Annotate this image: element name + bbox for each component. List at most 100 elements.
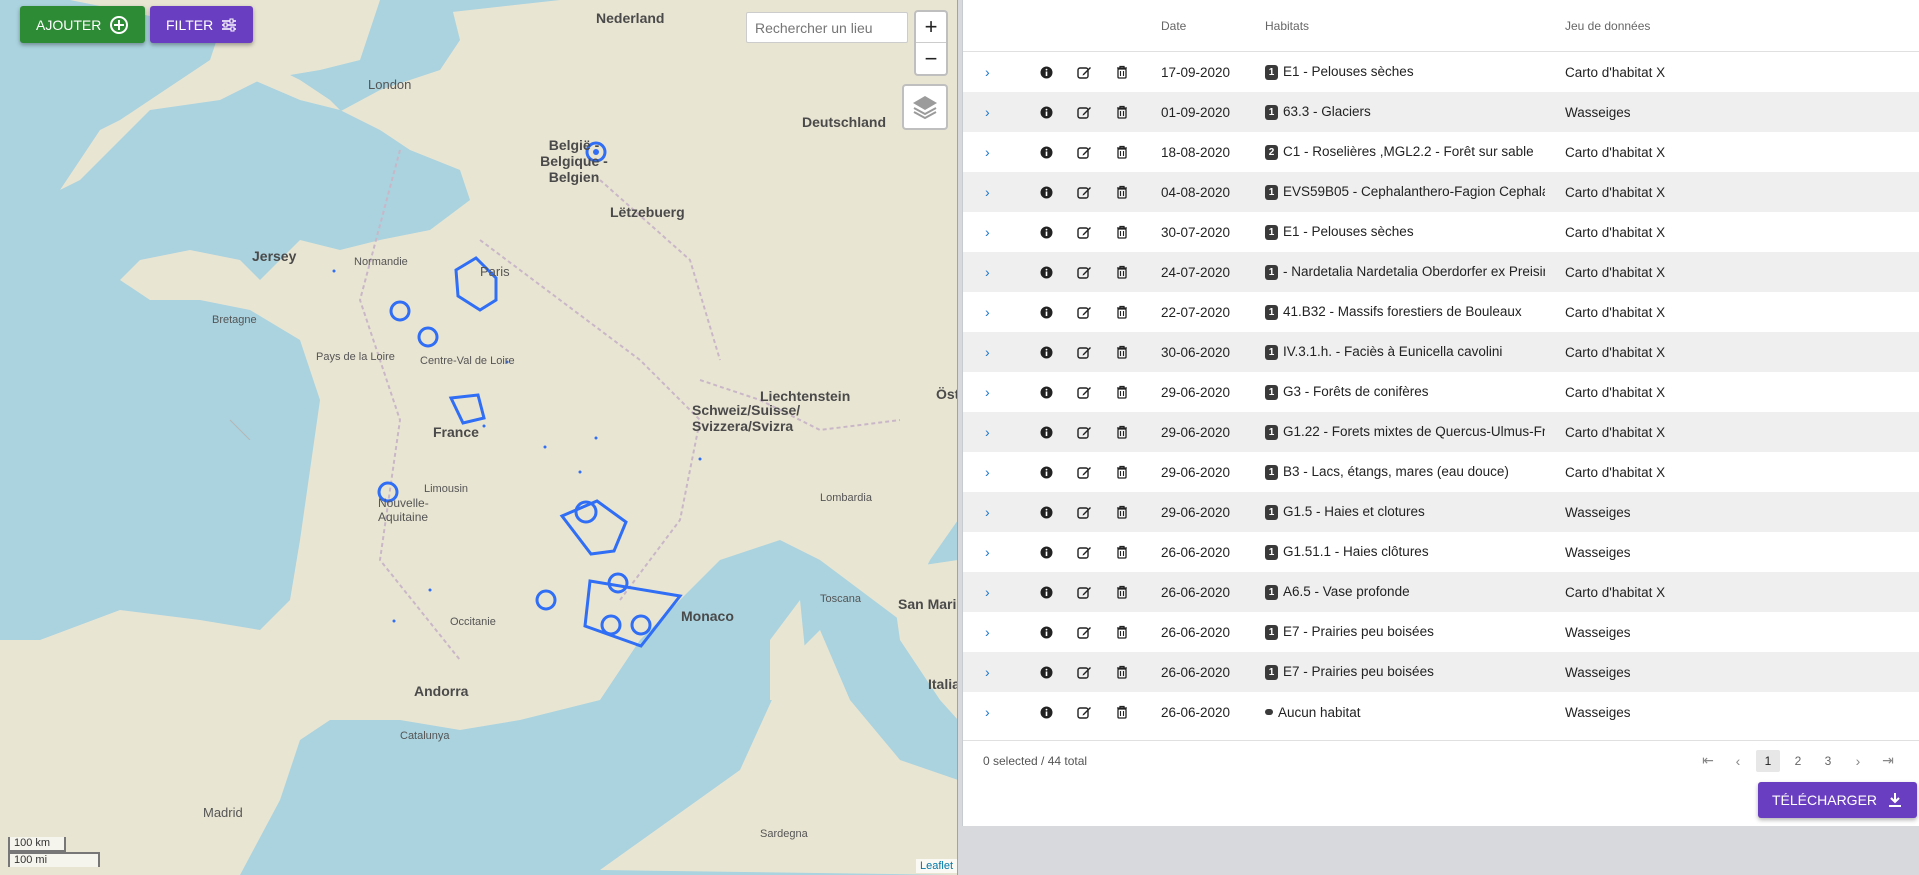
edit-icon[interactable]	[1065, 385, 1103, 399]
delete-icon[interactable]	[1103, 305, 1141, 319]
edit-icon[interactable]	[1065, 705, 1103, 719]
expand-chevron-icon[interactable]: ›	[963, 184, 1027, 200]
info-icon[interactable]	[1027, 186, 1065, 199]
info-icon[interactable]	[1027, 666, 1065, 679]
layers-button[interactable]	[902, 84, 948, 130]
table-row[interactable]: › 26-06-2020 1 E7 - Prairies peu boisées Was…	[963, 612, 1919, 652]
delete-icon[interactable]	[1103, 545, 1141, 559]
expand-chevron-icon[interactable]: ›	[963, 344, 1027, 360]
info-icon[interactable]	[1027, 106, 1065, 119]
edit-icon[interactable]	[1065, 305, 1103, 319]
info-icon[interactable]	[1027, 306, 1065, 319]
expand-chevron-icon[interactable]: ›	[963, 384, 1027, 400]
edit-icon[interactable]	[1065, 545, 1103, 559]
info-icon[interactable]	[1027, 426, 1065, 439]
table-row[interactable]: › 30-07-2020 1 E1 - Pelouses sèches Carto d'…	[963, 212, 1919, 252]
add-button[interactable]: AJOUTER	[20, 6, 146, 43]
edit-icon[interactable]	[1065, 665, 1103, 679]
attribution-link[interactable]: Leaflet	[916, 859, 957, 873]
delete-icon[interactable]	[1103, 145, 1141, 159]
info-icon[interactable]	[1027, 146, 1065, 159]
table-row[interactable]: › 17-09-2020 1 E1 - Pelouses sèches Carto d'…	[963, 52, 1919, 92]
edit-icon[interactable]	[1065, 145, 1103, 159]
delete-icon[interactable]	[1103, 425, 1141, 439]
table-row[interactable]: › 29-06-2020 1 G1.22 - Forets mixtes de Que…	[963, 412, 1919, 452]
delete-icon[interactable]	[1103, 465, 1141, 479]
prev-page-icon[interactable]: ‹	[1726, 750, 1750, 772]
page-button[interactable]: 3	[1816, 750, 1840, 772]
info-icon[interactable]	[1027, 706, 1065, 719]
expand-chevron-icon[interactable]: ›	[963, 704, 1027, 720]
table-row[interactable]: › 26-06-2020 1 A6.5 - Vase profonde Carto d'…	[963, 572, 1919, 612]
info-icon[interactable]	[1027, 626, 1065, 639]
delete-icon[interactable]	[1103, 385, 1141, 399]
edit-icon[interactable]	[1065, 505, 1103, 519]
edit-icon[interactable]	[1065, 585, 1103, 599]
delete-icon[interactable]	[1103, 625, 1141, 639]
zoom-out-button[interactable]: −	[916, 43, 946, 74]
table-row[interactable]: › 29-06-2020 1 B3 - Lacs, étangs, mares (ea…	[963, 452, 1919, 492]
info-icon[interactable]	[1027, 346, 1065, 359]
info-icon[interactable]	[1027, 386, 1065, 399]
info-icon[interactable]	[1027, 466, 1065, 479]
table-row[interactable]: › 26-06-2020 1 E7 - Prairies peu boisées Was…	[963, 652, 1919, 692]
column-header-habitats[interactable]: Habitats	[1245, 19, 1545, 33]
download-button[interactable]: TÉLÉCHARGER	[1758, 782, 1918, 818]
delete-icon[interactable]	[1103, 585, 1141, 599]
delete-icon[interactable]	[1103, 665, 1141, 679]
expand-chevron-icon[interactable]: ›	[963, 664, 1027, 680]
expand-chevron-icon[interactable]: ›	[963, 544, 1027, 560]
next-page-icon[interactable]: ›	[1846, 750, 1870, 772]
table-row[interactable]: › 26-06-2020 Aucun habitat Wasseiges	[963, 692, 1919, 732]
expand-chevron-icon[interactable]: ›	[963, 424, 1027, 440]
table-row[interactable]: › 04-08-2020 1 EVS59B05 - Cephalanthero-Fag…	[963, 172, 1919, 212]
expand-chevron-icon[interactable]: ›	[963, 624, 1027, 640]
page-button[interactable]: 2	[1786, 750, 1810, 772]
expand-chevron-icon[interactable]: ›	[963, 64, 1027, 80]
delete-icon[interactable]	[1103, 705, 1141, 719]
column-header-dataset[interactable]: Jeu de données	[1545, 19, 1845, 33]
edit-icon[interactable]	[1065, 185, 1103, 199]
table-row[interactable]: › 01-09-2020 1 63.3 - Glaciers Wasseiges	[963, 92, 1919, 132]
expand-chevron-icon[interactable]: ›	[963, 144, 1027, 160]
first-page-icon[interactable]: ⇤	[1696, 750, 1720, 772]
filter-button[interactable]: FILTER	[150, 6, 254, 43]
delete-icon[interactable]	[1103, 225, 1141, 239]
expand-chevron-icon[interactable]: ›	[963, 264, 1027, 280]
expand-chevron-icon[interactable]: ›	[963, 584, 1027, 600]
delete-icon[interactable]	[1103, 265, 1141, 279]
table-row[interactable]: › 22-07-2020 1 41.B32 - Massifs forestiers …	[963, 292, 1919, 332]
table-row[interactable]: › 18-08-2020 2 C1 - Roselières ,MGL2.2 - Fo…	[963, 132, 1919, 172]
table-row[interactable]: › 30-06-2020 1 IV.3.1.h. - Faciès à Eunicel…	[963, 332, 1919, 372]
expand-chevron-icon[interactable]: ›	[963, 104, 1027, 120]
expand-chevron-icon[interactable]: ›	[963, 304, 1027, 320]
delete-icon[interactable]	[1103, 185, 1141, 199]
edit-icon[interactable]	[1065, 465, 1103, 479]
edit-icon[interactable]	[1065, 625, 1103, 639]
expand-chevron-icon[interactable]: ›	[963, 464, 1027, 480]
info-icon[interactable]	[1027, 226, 1065, 239]
table-row[interactable]: › 26-06-2020 1 G1.51.1 - Haies clôtures Wass…	[963, 532, 1919, 572]
delete-icon[interactable]	[1103, 505, 1141, 519]
search-input[interactable]	[746, 12, 908, 43]
edit-icon[interactable]	[1065, 225, 1103, 239]
info-icon[interactable]	[1027, 506, 1065, 519]
last-page-icon[interactable]: ⇥	[1876, 750, 1900, 772]
table-row[interactable]: › 29-06-2020 1 G3 - Forêts de conifères Cart…	[963, 372, 1919, 412]
edit-icon[interactable]	[1065, 345, 1103, 359]
zoom-in-button[interactable]: +	[916, 12, 946, 43]
table-row[interactable]: › 29-06-2020 1 G1.5 - Haies et clotures Wass…	[963, 492, 1919, 532]
info-icon[interactable]	[1027, 66, 1065, 79]
delete-icon[interactable]	[1103, 105, 1141, 119]
page-button[interactable]: 1	[1756, 749, 1780, 772]
edit-icon[interactable]	[1065, 425, 1103, 439]
basemap[interactable]	[0, 0, 958, 875]
edit-icon[interactable]	[1065, 265, 1103, 279]
edit-icon[interactable]	[1065, 65, 1103, 79]
delete-icon[interactable]	[1103, 345, 1141, 359]
info-icon[interactable]	[1027, 266, 1065, 279]
info-icon[interactable]	[1027, 546, 1065, 559]
expand-chevron-icon[interactable]: ›	[963, 504, 1027, 520]
map-view[interactable]: Nederland London België - Belgique - Bel…	[0, 0, 958, 875]
column-header-date[interactable]: Date	[1141, 19, 1245, 33]
